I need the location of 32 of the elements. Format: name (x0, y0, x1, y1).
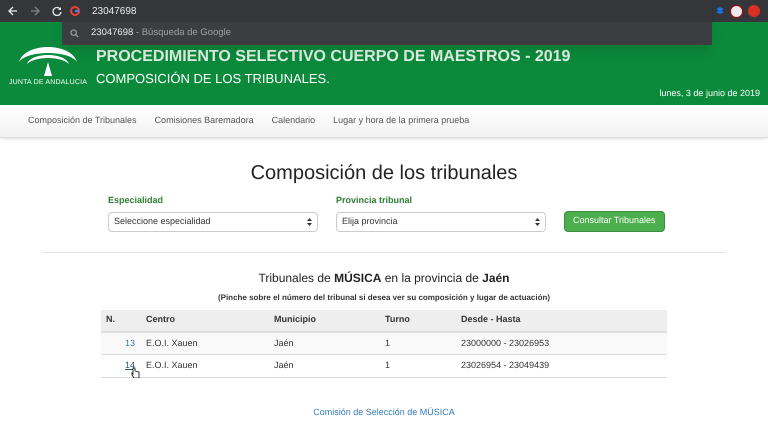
results-note: (Pinche sobre el número del tribunal si desea ver su composición y lugar de actuación) (218, 292, 550, 304)
column-header: N. (101, 310, 141, 332)
column-header: Centro (141, 310, 269, 332)
tribunal-link[interactable]: 14 (124, 360, 135, 370)
select-field[interactable]: Seleccione especialidad (108, 212, 318, 232)
header-title: PROCEDIMIENTO SELECTIVO CUERPO DE MAESTROS - 2019 (96, 47, 570, 67)
field-label: Provincia tribunal (336, 194, 414, 207)
field-label: Especialidad (108, 194, 164, 207)
suggestion-item[interactable]: 23047698 - Búsqueda de Google (62, 22, 712, 45)
nav-link[interactable]: Calendario (272, 114, 316, 128)
header-subtitle: COMPOSICIÓN DE LOS TRIBUNALES. (96, 70, 331, 88)
table-cell: 23000000 - 23026953 (456, 332, 667, 354)
table-cell: 1 (380, 354, 456, 378)
table-cell: 1 (380, 332, 456, 354)
table-cell: E.O.I. Xauen (141, 332, 269, 354)
table-cell: 23026954 - 23049439 (456, 354, 667, 378)
nav-link[interactable]: Composición de Tribunales (28, 114, 137, 128)
table-cell: Jaén (269, 332, 380, 354)
address-field[interactable]: 23047698 (92, 4, 392, 18)
commission-link[interactable]: Comisión de Selección de MÚSICA (313, 406, 455, 420)
tribunal-link[interactable]: 13 (124, 338, 135, 348)
column-header: Turno (380, 310, 456, 332)
table-cell: E.O.I. Xauen (141, 354, 269, 378)
column-header: Municipio (269, 310, 380, 332)
table-cell: Jaén (269, 354, 380, 378)
nav-link[interactable]: Comisiones Baremadora (154, 114, 254, 128)
results-heading: Tribunales de MÚSICA en la provincia de Jaén (258, 270, 510, 286)
page-title: Composición de los tribunales (250, 161, 518, 186)
column-header: Desde - Hasta (456, 310, 667, 332)
nav-link[interactable]: Lugar y hora de la primera prueba (333, 114, 470, 128)
select-field[interactable]: Elija provincia (336, 212, 546, 232)
date-text: lunes, 3 de junio de 2019 (659, 86, 760, 100)
